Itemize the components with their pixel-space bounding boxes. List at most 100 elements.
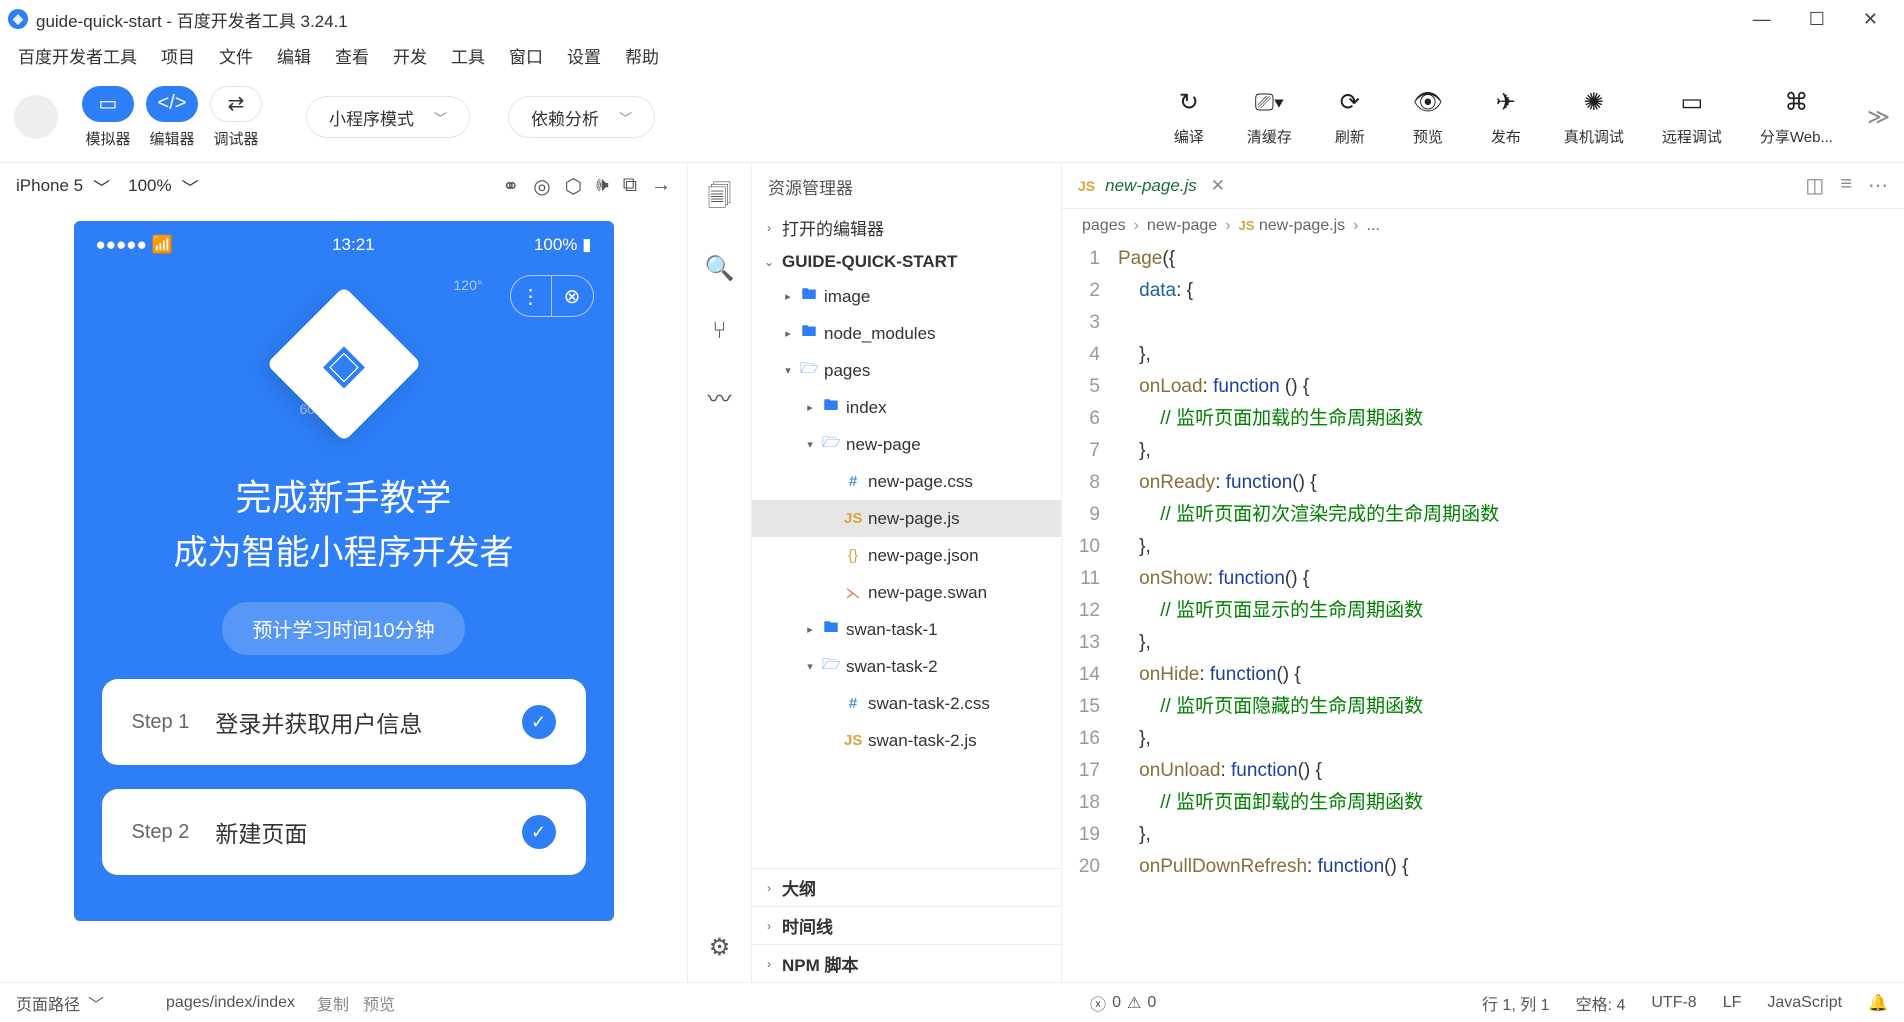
line-numbers: 1234567891011121314151617181920	[1062, 243, 1118, 982]
tree-item-swan-task-2.css[interactable]: #swan-task-2.css	[752, 685, 1061, 722]
device-select[interactable]: iPhone 5﹀	[16, 174, 110, 199]
main-tabs: ▭模拟器</>编辑器⇄调试器	[82, 86, 262, 149]
git-icon[interactable]: ⑂	[712, 317, 726, 345]
link-icon[interactable]: ⚭	[502, 174, 519, 199]
more-icon[interactable]: ≫	[1867, 104, 1890, 130]
files-icon[interactable]: 🗐	[708, 179, 732, 220]
main-tab-编辑器[interactable]: </>编辑器	[146, 86, 198, 149]
maximize-button[interactable]: ☐	[1809, 9, 1825, 30]
preview-link[interactable]: 预览	[363, 997, 395, 1014]
menu-项目[interactable]: 项目	[153, 41, 203, 70]
arrow-right-icon[interactable]: →	[651, 174, 671, 199]
tree-item-image[interactable]: ▸🖿image	[752, 278, 1061, 315]
file-tree: ▸🖿image▸🖿node_modules▾🗁pages▸🖿index▾🗁new…	[752, 278, 1061, 868]
tree-item-node_modules[interactable]: ▸🖿node_modules	[752, 315, 1061, 352]
workspace: iPhone 5﹀ 100%﹀ ⚭ ◎ ⬡ 🕪 ⧉ → ●●●●● 📶 13:2…	[0, 162, 1904, 982]
step-card[interactable]: Step 1登录并获取用户信息✓	[102, 679, 586, 765]
menu-设置[interactable]: 设置	[559, 41, 609, 70]
menu-工具[interactable]: 工具	[443, 41, 493, 70]
breadcrumb-item[interactable]: ...	[1366, 217, 1379, 235]
project-section[interactable]: ⌄GUIDE-QUICK-START	[752, 246, 1061, 278]
close-circle-icon[interactable]: ⊗	[552, 275, 594, 317]
error-icon: ⓧ	[1090, 991, 1106, 1015]
tree-item-swan-task-2[interactable]: ▾🗁swan-task-2	[752, 648, 1061, 685]
search-icon[interactable]: 🔍	[705, 254, 735, 283]
menu-窗口[interactable]: 窗口	[501, 41, 551, 70]
explorer-panel: 资源管理器 ›打开的编辑器 ⌄GUIDE-QUICK-START ▸🖿image…	[752, 163, 1062, 982]
menu-百度开发者工具[interactable]: 百度开发者工具	[10, 41, 145, 70]
action-发布[interactable]: ✈发布	[1486, 88, 1526, 147]
explorer-section-时间线[interactable]: ›时间线	[752, 906, 1061, 944]
menu-查看[interactable]: 查看	[327, 41, 377, 70]
simulator-panel: iPhone 5﹀ 100%﹀ ⚭ ◎ ⬡ 🕪 ⧉ → ●●●●● 📶 13:2…	[0, 163, 688, 982]
code-editor[interactable]: 1234567891011121314151617181920 Page({ d…	[1062, 243, 1904, 982]
action-清缓存[interactable]: ⎚▾清缓存	[1247, 88, 1292, 147]
gear-icon[interactable]: ⚙	[709, 933, 731, 962]
list-icon[interactable]: ≡	[1840, 173, 1852, 198]
mode-dropdown[interactable]: 小程序模式 ﹀	[306, 96, 470, 138]
copy-link[interactable]: 复制	[317, 997, 349, 1014]
tree-item-swan-task-1[interactable]: ▸🖿swan-task-1	[752, 611, 1061, 648]
open-editors-section[interactable]: ›打开的编辑器	[752, 209, 1061, 246]
chevron-down-icon: ﹀	[93, 174, 110, 199]
breadcrumb[interactable]: pages›new-page›JS new-page.js›...	[1062, 209, 1904, 243]
minimize-button[interactable]: —	[1753, 9, 1771, 30]
breadcrumb-item[interactable]: JS new-page.js	[1239, 217, 1346, 235]
main-tab-调试器[interactable]: ⇄调试器	[210, 86, 262, 149]
sound-icon[interactable]: 🕪	[596, 174, 609, 199]
action-预览[interactable]: 👁预览	[1408, 88, 1448, 147]
tree-item-swan-task-2.js[interactable]: JSswan-task-2.js	[752, 722, 1061, 759]
action-真机调试[interactable]: ✺真机调试	[1564, 88, 1624, 147]
tree-item-pages[interactable]: ▾🗁pages	[752, 352, 1061, 389]
explorer-section-大纲[interactable]: ›大纲	[752, 868, 1061, 906]
close-icon[interactable]: ✕	[1211, 176, 1225, 196]
tree-item-new-page.js[interactable]: JSnew-page.js	[752, 500, 1061, 537]
close-button[interactable]: ✕	[1863, 9, 1878, 30]
menu-编辑[interactable]: 编辑	[269, 41, 319, 70]
main-tab-模拟器[interactable]: ▭模拟器	[82, 86, 134, 149]
menu-开发[interactable]: 开发	[385, 41, 435, 70]
tree-item-new-page.css[interactable]: #new-page.css	[752, 463, 1061, 500]
tab-label: new-page.js	[1105, 176, 1197, 196]
explorer-section-NPM 脚本[interactable]: ›NPM 脚本	[752, 944, 1061, 982]
breadcrumb-item[interactable]: pages	[1082, 217, 1126, 235]
tree-item-index[interactable]: ▸🖿index	[752, 389, 1061, 426]
copy-icon[interactable]: ⧉	[623, 174, 637, 199]
language[interactable]: JavaScript	[1767, 994, 1842, 1012]
encoding[interactable]: UTF-8	[1651, 994, 1696, 1012]
tree-item-new-page.json[interactable]: {}new-page.json	[752, 537, 1061, 574]
action-编译[interactable]: ↻编译	[1169, 88, 1209, 147]
bell-icon[interactable]: 🔔	[1868, 993, 1888, 1013]
action-刷新[interactable]: ⟳刷新	[1330, 88, 1370, 147]
chevron-down-icon: ﹀	[619, 108, 632, 127]
split-icon[interactable]: ◫	[1805, 173, 1824, 198]
compass-icon[interactable]: ◎	[533, 174, 550, 199]
breadcrumb-item[interactable]: new-page	[1147, 217, 1217, 235]
toolbar: ▭模拟器</>编辑器⇄调试器 小程序模式 ﹀ 依赖分析 ﹀ ↻编译 ⎚▾清缓存 ⟳刷…	[0, 72, 1904, 162]
tab-new-page-js[interactable]: JS new-page.js ✕	[1062, 163, 1241, 208]
monitor-icon[interactable]: 〰	[708, 379, 732, 414]
menu-icon[interactable]: ⋮	[510, 275, 552, 317]
page-path-select[interactable]: 页面路径﹀	[16, 991, 104, 1015]
cube-icon[interactable]: ⬡	[565, 174, 582, 199]
phone-frame[interactable]: ●●●●● 📶 13:21 100% ▮ ⋮ ⊗ 120° 60° ◈ 完成新手…	[74, 221, 614, 921]
action-分享Web...[interactable]: ⌘分享Web...	[1760, 88, 1833, 147]
menu-帮助[interactable]: 帮助	[617, 41, 667, 70]
more-icon[interactable]: ⋯	[1868, 173, 1888, 198]
eol[interactable]: LF	[1723, 994, 1742, 1012]
indent-setting[interactable]: 空格: 4	[1576, 991, 1626, 1015]
code-content[interactable]: Page({ data: { }, onLoad: function () { …	[1118, 243, 1904, 982]
js-icon: JS	[1078, 178, 1095, 194]
cursor-position[interactable]: 行 1, 列 1	[1482, 991, 1550, 1015]
action-远程调试[interactable]: ▭远程调试	[1662, 88, 1722, 147]
problems[interactable]: ⓧ0 ⚠0	[1090, 991, 1156, 1015]
avatar[interactable]	[14, 95, 58, 139]
menu-文件[interactable]: 文件	[211, 41, 261, 70]
chevron-down-icon: ﹀	[182, 174, 199, 199]
time-badge: 预计学习时间10分钟	[222, 602, 464, 655]
tree-item-new-page[interactable]: ▾🗁new-page	[752, 426, 1061, 463]
zoom-select[interactable]: 100%﹀	[128, 174, 198, 199]
tree-item-new-page.swan[interactable]: ⋋new-page.swan	[752, 574, 1061, 611]
analyze-dropdown[interactable]: 依赖分析 ﹀	[508, 96, 655, 138]
step-card[interactable]: Step 2新建页面✓	[102, 789, 586, 875]
